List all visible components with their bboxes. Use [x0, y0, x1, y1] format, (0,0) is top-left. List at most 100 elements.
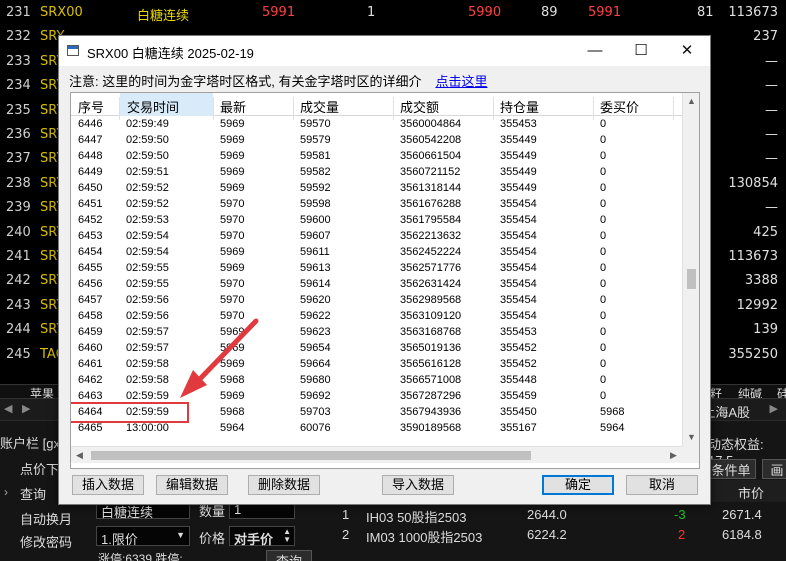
scroll-thumb[interactable]: [687, 269, 696, 289]
table-row[interactable]: 6457 02:59:56 5970 59620 3562989568 355454 0: [71, 293, 682, 309]
menu-click-order[interactable]: 点价下: [20, 459, 59, 478]
col-header-seq[interactable]: 序号: [78, 97, 104, 116]
notice-link[interactable]: 点击这里: [435, 74, 487, 89]
quote-cell-num: 244: [6, 322, 31, 338]
highlight-box: [71, 402, 189, 423]
cell-seq: 6454: [78, 246, 103, 258]
scroll-down-icon[interactable]: ▼: [683, 429, 699, 446]
table-row[interactable]: 6459 02:59:57 5969 59623 3563168768 355453 0: [71, 325, 682, 341]
table-row[interactable]: 6465 13:00:00 5964 60076 3590189568 355167 596…: [71, 421, 682, 437]
cell-amount: 3565019136: [400, 342, 462, 354]
col-header-open-interest[interactable]: 持仓量: [500, 97, 539, 116]
cell-seq: 6462: [78, 374, 103, 386]
cell-bid: 0: [600, 278, 607, 290]
quote-cell-num: 240: [6, 224, 31, 240]
table-row[interactable]: 6448 02:59:50 5969 59581 3560661504 355449 0: [71, 149, 682, 165]
dialog-titlebar[interactable]: SRX00 白糖连续 2025-02-19 — ☐ ✕: [59, 36, 710, 66]
col-header-volume[interactable]: 成交量: [300, 97, 339, 116]
col-header-time[interactable]: 交易时间: [120, 93, 213, 116]
table-row[interactable]: 6453 02:59:54 5970 59607 3562213632 355454 0: [71, 229, 682, 245]
table-row[interactable]: 6460 02:59:57 5969 59654 3565019136 355452 0: [71, 341, 682, 357]
scroll-right-end-icon[interactable]: ▶: [770, 402, 778, 415]
cell-seq: 6465: [78, 422, 103, 434]
cell-last: 5969: [220, 134, 245, 146]
grid-vertical-scrollbar[interactable]: ▲ ▼: [682, 93, 699, 446]
table-row[interactable]: 6451 02:59:52 5970 59598 3561676288 355454 0: [71, 197, 682, 213]
table-row[interactable]: 6447 02:59:50 5969 59579 3560542208 355449 0: [71, 133, 682, 149]
cell-seq: 6452: [78, 214, 103, 226]
quote-cell-last: 355250: [728, 346, 778, 362]
maximize-icon[interactable]: ☐: [618, 36, 664, 66]
quote-cell-num: 236: [6, 127, 31, 142]
scroll-left-icon[interactable]: ◀: [4, 402, 12, 415]
table-row[interactable]: 6450 02:59:52 5969 59592 3561318144 355449 0: [71, 181, 682, 197]
cell-seq: 6456: [78, 278, 103, 290]
cell-open-interest: 355452: [500, 342, 537, 354]
cell-time: 02:59:58: [126, 358, 169, 370]
table-row[interactable]: 6455 02:59:55 5969 59613 3562571776 355454 0: [71, 261, 682, 277]
cell-open-interest: 355167: [500, 422, 537, 434]
table-row[interactable]: 6449 02:59:51 5969 59582 3560721152 355449 0: [71, 165, 682, 181]
scroll-right-icon[interactable]: ▶: [22, 402, 30, 415]
cell-seq: 6451: [78, 198, 103, 210]
menu-auto-rollover[interactable]: 自动换月: [20, 509, 72, 528]
delete-data-button[interactable]: 删除数据: [248, 475, 320, 495]
edit-data-button[interactable]: 编辑数据: [156, 475, 228, 495]
cell-time: 02:59:50: [126, 134, 169, 146]
cell-bid: 0: [600, 214, 607, 226]
table-row[interactable]: 6452 02:59:53 5970 59600 3561795584 355454 0: [71, 213, 682, 229]
table-row[interactable]: 6454 02:59:54 5969 59611 3562452224 355454 0: [71, 245, 682, 261]
minimize-icon[interactable]: —: [572, 36, 618, 66]
menu-query[interactable]: 查询: [20, 484, 46, 503]
col-header-bid[interactable]: 委买价: [600, 97, 639, 116]
table-row[interactable]: 6462 02:59:58 5968 59680 3566571008 355448 0: [71, 373, 682, 389]
cell-seq: 6453: [78, 230, 103, 242]
stepper-icon[interactable]: ▲ ▼: [283, 528, 291, 544]
tick-data-grid[interactable]: 序号 交易时间 最新 成交量 成交额 持仓量 委买价 6446 02:59:49 5…: [70, 92, 700, 469]
grid-horizontal-scrollbar[interactable]: ◀ ▶: [71, 446, 682, 463]
cancel-button[interactable]: 取消: [626, 475, 698, 495]
query-button[interactable]: 查询: [266, 550, 312, 561]
cell-open-interest: 355449: [500, 134, 537, 146]
scroll-right-icon[interactable]: ▶: [665, 447, 682, 464]
cell-seq: 6455: [78, 262, 103, 274]
table-row[interactable]: 6456 02:59:55 5970 59614 3562631424 355454 0: [71, 277, 682, 293]
hscroll-thumb[interactable]: [91, 451, 531, 460]
cell-amount: 3566571008: [400, 374, 462, 386]
close-icon[interactable]: ✕: [664, 36, 710, 66]
conditional-order-button[interactable]: 条件单: [706, 459, 756, 479]
cell-open-interest: 355454: [500, 230, 537, 242]
quote-row[interactable]: 231 SRX00 白糖连续 5991 1 5990 89 5991 81 113673: [0, 2, 786, 26]
menu-change-password[interactable]: 修改密码: [20, 532, 72, 551]
cell-last: 5968: [220, 406, 245, 418]
col-header-amount[interactable]: 成交额: [400, 97, 439, 116]
quote-cell-last: —: [765, 102, 778, 118]
order-type-select[interactable]: 1.限价 ▼: [96, 526, 190, 547]
cell-volume: 59623: [300, 326, 331, 338]
cell-volume: 59680: [300, 374, 331, 386]
table-row[interactable]: 6458 02:59:56 5970 59622 3563109120 355454 0: [71, 309, 682, 325]
quote-cell-num: 238: [6, 175, 31, 191]
cell-last: 5969: [220, 118, 245, 130]
cell-bid: 0: [600, 182, 607, 194]
quote-cell-ask: 5991: [588, 5, 622, 20]
cell-open-interest: 355450: [500, 406, 537, 418]
insert-data-button[interactable]: 插入数据: [72, 475, 144, 495]
quote-cell-num: 239: [6, 200, 31, 216]
price-mode-field[interactable]: 对手价 ▲ ▼: [229, 526, 295, 547]
extra-button[interactable]: 画: [762, 459, 786, 479]
cell-bid: 0: [600, 326, 607, 338]
ok-button[interactable]: 确定: [542, 475, 614, 495]
import-data-button[interactable]: 导入数据: [382, 475, 454, 495]
cell-open-interest: 355449: [500, 182, 537, 194]
quote-cell-last: 130854: [728, 175, 778, 191]
scroll-left-icon[interactable]: ◀: [71, 447, 88, 464]
cell-time: 02:59:56: [126, 310, 169, 322]
table-row[interactable]: 6461 02:59:58 5969 59664 3565616128 355452 0: [71, 357, 682, 373]
cell-volume: 59579: [300, 134, 331, 146]
cell-time: 13:00:00: [126, 422, 169, 434]
table-row[interactable]: 6446 02:59:49 5969 59570 3560004864 355453 0: [71, 117, 682, 133]
cell-open-interest: 355453: [500, 118, 537, 130]
col-header-last[interactable]: 最新: [220, 97, 246, 116]
scroll-up-icon[interactable]: ▲: [683, 93, 699, 110]
